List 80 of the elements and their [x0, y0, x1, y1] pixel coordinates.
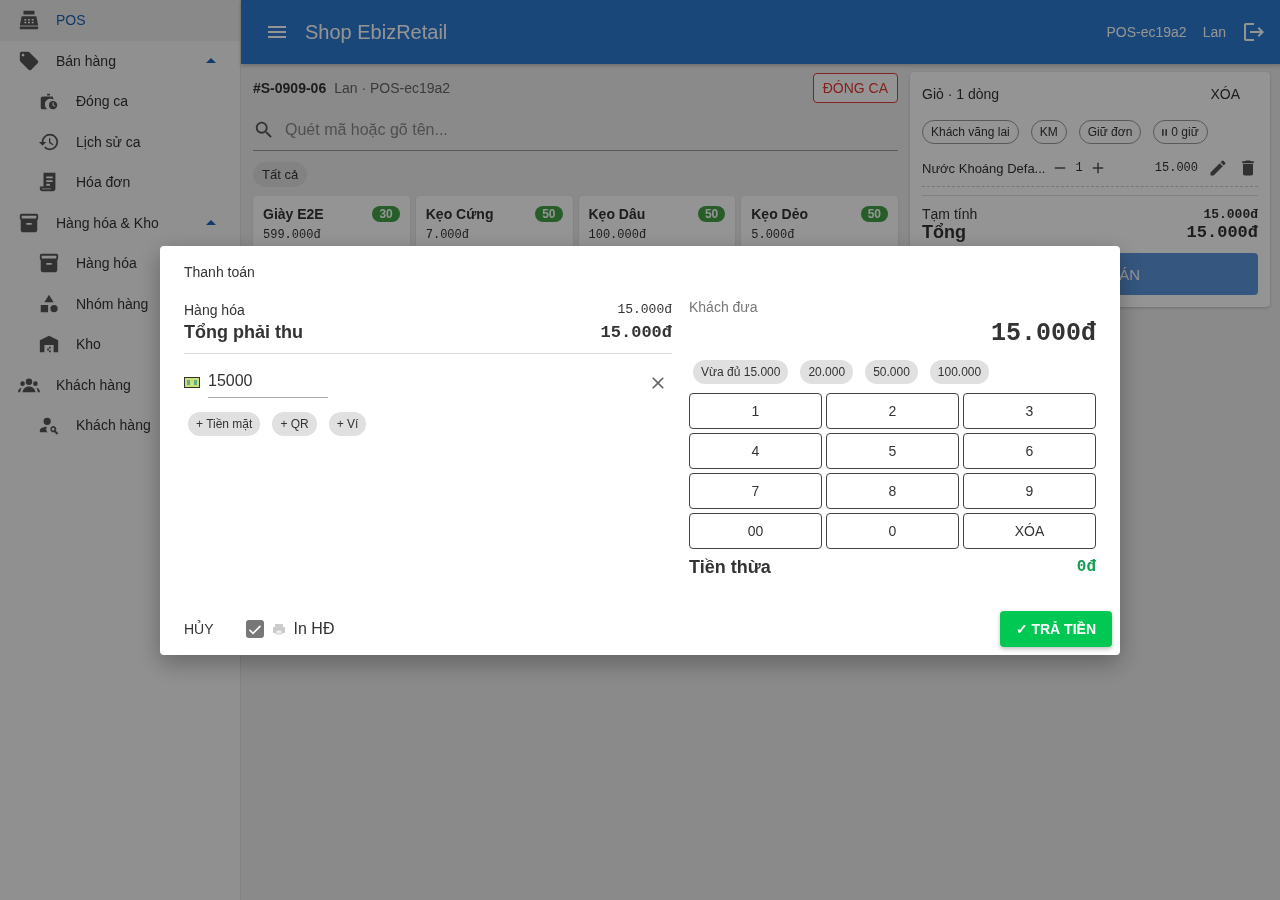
banknote-icon [184, 377, 200, 388]
keypad-key[interactable]: 7 [689, 472, 822, 509]
keypad-key[interactable]: 1 [689, 392, 822, 429]
product-price: 5.000đ [751, 228, 796, 242]
subtotal-label: Tạm tính [922, 206, 978, 222]
goods-amount: 15.000đ [617, 302, 672, 317]
received-label: Khách đưa [689, 298, 759, 315]
cart-chip[interactable]: Giữ đơn [1078, 120, 1142, 144]
product-price: 100.000đ [588, 228, 648, 242]
keypad-key[interactable]: 5 [826, 432, 959, 469]
quick-amount-chip[interactable]: 100.000 [929, 359, 990, 384]
quick-amount-chip[interactable]: 20.000 [800, 359, 854, 384]
keypad-key[interactable]: 3 [963, 392, 1096, 429]
cart-chip[interactable]: Khách vãng lai [922, 120, 1019, 144]
keypad-key[interactable]: XÓA [963, 512, 1096, 549]
logout-icon[interactable] [1242, 20, 1266, 44]
keypad-key[interactable]: 0 [826, 512, 959, 549]
clear-cart-button[interactable]: XÓA [1210, 86, 1258, 102]
search-field[interactable]: Quét mã hoặc gõ tên... [283, 120, 898, 140]
keypad-key[interactable]: 8 [826, 472, 959, 509]
app-title: Shop EbizRetail [305, 20, 448, 44]
change-amount: 0đ [1076, 558, 1096, 576]
product-price: 599.000đ [263, 228, 322, 242]
amount-due-value: 15.000đ [600, 322, 672, 342]
item-name: Nước Khoáng Defa... [922, 160, 1046, 176]
print-checkbox[interactable] [245, 619, 264, 638]
keypad-key[interactable]: 6 [963, 432, 1096, 469]
stock-badge: 50 [535, 206, 563, 222]
print-invoice-label: In HĐ [293, 619, 335, 638]
keypad-key[interactable]: 00 [689, 512, 822, 549]
product-name: Giày E2E [263, 206, 324, 222]
sidebar-group[interactable]: Hàng hóa & Kho [0, 202, 240, 243]
keypad-key[interactable]: 2 [826, 392, 959, 429]
cart-title: Giỏ · 1 dòng [922, 86, 1000, 102]
add-method-chip[interactable]: + Tiền mặt [188, 411, 261, 436]
product-name: Kẹo Dẻo [751, 206, 809, 222]
pencil-icon[interactable] [1208, 158, 1228, 178]
cash-register-icon [18, 9, 40, 32]
keypad-key[interactable]: 4 [689, 432, 822, 469]
sidebar-item[interactable]: POS [0, 0, 240, 41]
archive-box-icon [38, 252, 60, 275]
stock-badge: 50 [860, 206, 888, 222]
total-value: 15.000đ [1186, 223, 1258, 242]
close-shift-button[interactable]: ĐÓNG CA [812, 73, 898, 103]
add-method-chip[interactable]: + QR [272, 411, 317, 436]
item-quantity: 1 [1075, 161, 1083, 175]
sidebar-item[interactable]: Lịch sử ca [0, 121, 240, 162]
goods-label: Hàng hóa [184, 301, 245, 318]
tag-icon [18, 49, 40, 72]
received-amount: 15.000đ [990, 318, 1096, 348]
sidebar-item[interactable]: Hóa đơn [0, 162, 240, 203]
sidebar-group[interactable]: Bán hàng [0, 40, 240, 81]
total-label: Tổng [922, 222, 966, 243]
cart-chip[interactable]: 0 giữ [1153, 120, 1208, 144]
printer-icon [271, 622, 286, 635]
subtotal-value: 15.000đ [1203, 206, 1258, 222]
cart-chip[interactable]: KM [1030, 120, 1067, 144]
amount-due-label: Tổng phải thu [184, 321, 303, 343]
cancel-button[interactable]: HỦY [184, 620, 214, 637]
quick-amount-chip[interactable]: 50.000 [865, 359, 918, 384]
user-name: Lan [1202, 24, 1226, 40]
sidebar-item[interactable]: Đóng ca [0, 81, 240, 122]
item-amount: 15.000 [1154, 161, 1198, 175]
product-price: 7.000đ [425, 228, 470, 242]
change-label: Tiền thừa [689, 556, 771, 578]
archive-box-icon [18, 211, 40, 234]
keypad-key[interactable]: 9 [963, 472, 1096, 509]
device-label: POS-ec19a2 [1106, 24, 1187, 40]
product-name: Kẹo Cứng [425, 206, 494, 222]
stock-badge: 50 [697, 206, 726, 222]
add-method-chip[interactable]: + Ví [328, 411, 367, 436]
shift-code: #S-0909-06 [253, 80, 327, 96]
product-name: Kẹo Dâu [588, 206, 646, 222]
pause-icon [1162, 128, 1168, 136]
quick-amount-chip[interactable]: Vừa đủ 15.000 [693, 359, 789, 384]
dialog-title: Thanh toán [184, 263, 256, 280]
search-icon [253, 119, 275, 141]
stock-badge: 30 [372, 206, 400, 222]
shift-info: Lan · POS-ec19a2 [334, 80, 451, 96]
filter-chip[interactable]: Tất cả [253, 162, 308, 187]
